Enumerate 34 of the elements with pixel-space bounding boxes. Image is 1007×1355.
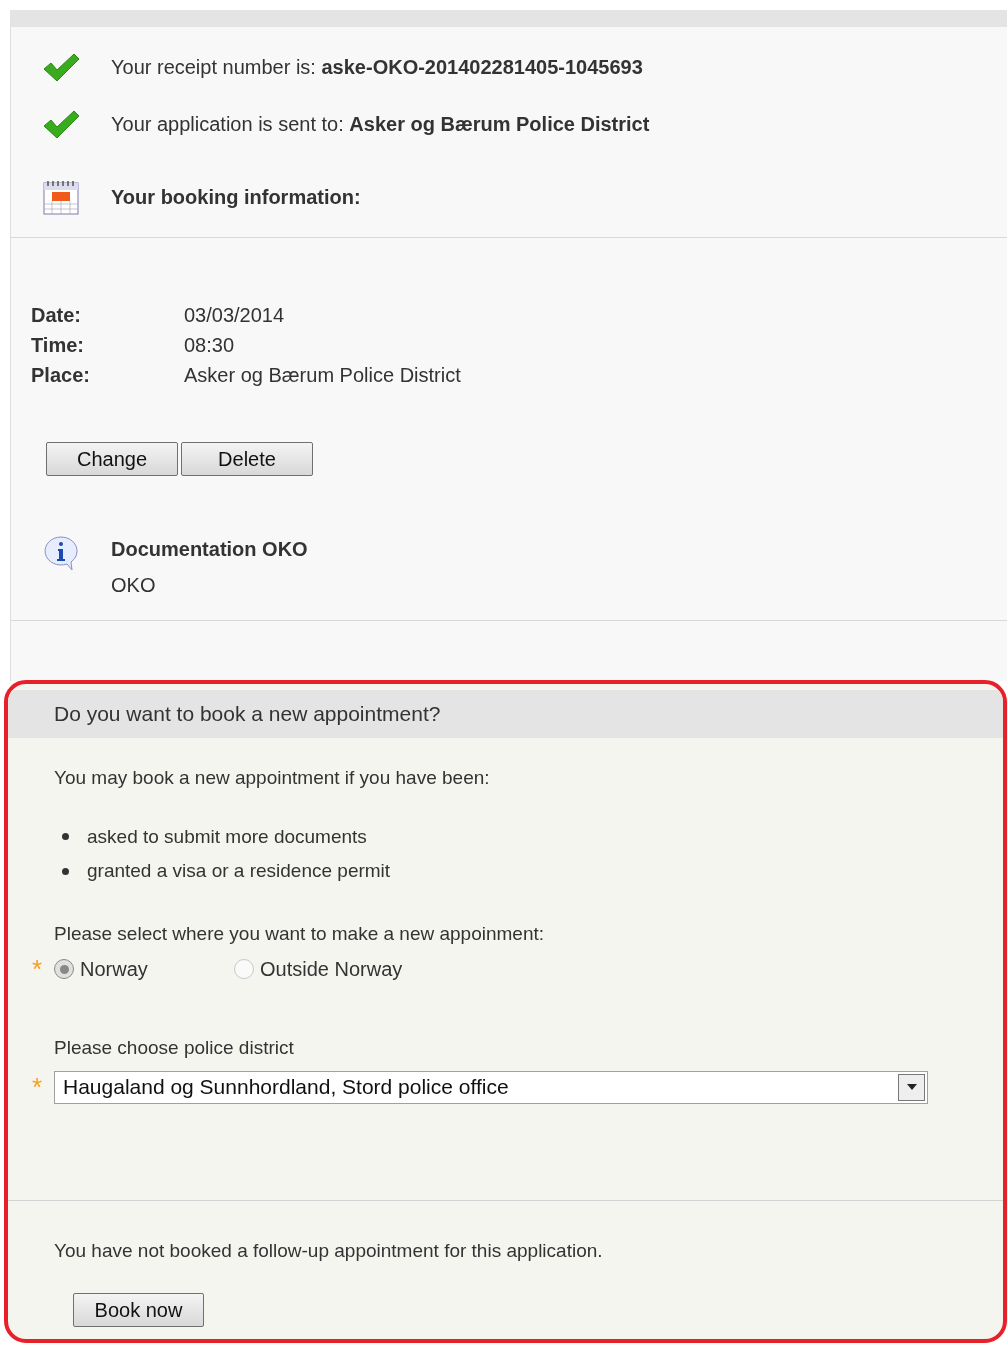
required-asterisk: *: [31, 1077, 43, 1097]
booking-label: Place:: [31, 363, 91, 388]
required-asterisk: *: [31, 959, 43, 979]
radio-button[interactable]: [54, 959, 74, 979]
documentation-title: Documentation OKO: [111, 537, 308, 562]
location-radio[interactable]: Norway: [54, 954, 234, 984]
booking-label: Date:: [31, 303, 82, 328]
documentation-subtitle: OKO: [111, 573, 157, 598]
booking-value: 08:30: [184, 333, 235, 358]
book-now-button[interactable]: Book now: [73, 1293, 204, 1327]
booking-value: 03/03/2014: [184, 303, 285, 328]
status-text: Your receipt number is: aske-OKO-201402281405-1045693: [111, 55, 643, 80]
booking-button[interactable]: Change: [46, 442, 178, 476]
info-icon: [42, 534, 80, 572]
district-select[interactable]: Haugaland og Sunnhordland, Stord police office: [54, 1070, 928, 1104]
followup-note: You have not booked a follow-up appointment for this application.: [54, 1238, 604, 1263]
status-text: Your booking information:: [111, 185, 361, 210]
checkmark-icon: [42, 51, 80, 83]
location-radio[interactable]: Outside Norway: [234, 954, 414, 984]
panel-title: Do you want to book a new appointment?: [54, 701, 441, 728]
checkmark-icon: [42, 108, 80, 140]
bullet-icon: [62, 867, 69, 875]
calendar-icon: [42, 178, 80, 216]
location-prompt: Please select where you want to make a new appoinment:: [54, 921, 546, 946]
booking-button[interactable]: Delete: [181, 442, 313, 476]
booking-value: Asker og Bærum Police District: [184, 363, 461, 388]
district-prompt: Please choose police district: [53, 1036, 295, 1060]
status-text: Your application is sent to: Asker og Bærum Police District: [111, 112, 650, 137]
booking-label: Time:: [31, 333, 85, 358]
reason-text: asked to submit more documents: [87, 824, 367, 849]
bullet-icon: [62, 833, 69, 841]
reason-text: granted a visa or a residence permit: [87, 859, 391, 883]
intro-text: You may book a new appointment if you have been:: [54, 766, 491, 790]
radio-button[interactable]: [234, 959, 254, 979]
